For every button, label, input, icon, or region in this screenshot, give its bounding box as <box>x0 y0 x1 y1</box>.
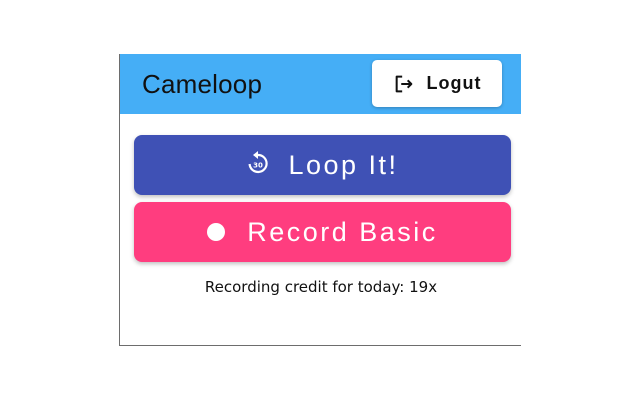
record-basic-button[interactable]: Record Basic <box>134 202 511 262</box>
svg-text:30: 30 <box>254 161 264 169</box>
record-dot-icon <box>207 223 226 241</box>
logout-label: Logut <box>426 73 482 93</box>
record-basic-label: Record Basic <box>247 216 438 247</box>
extension-popup: Cameloop Logut 30 Loop It! Record Basic <box>119 54 521 346</box>
loop-it-button[interactable]: 30 Loop It! <box>134 135 511 195</box>
loop-it-label: Loop It! <box>288 149 399 180</box>
app-header: Cameloop Logut <box>120 54 521 114</box>
logout-icon <box>393 73 415 95</box>
recording-credit-text: Recording credit for today: 19x <box>204 278 438 296</box>
replay-30-icon: 30 <box>246 150 270 181</box>
logout-button[interactable]: Logut <box>372 60 502 107</box>
app-title: Cameloop <box>142 69 263 99</box>
